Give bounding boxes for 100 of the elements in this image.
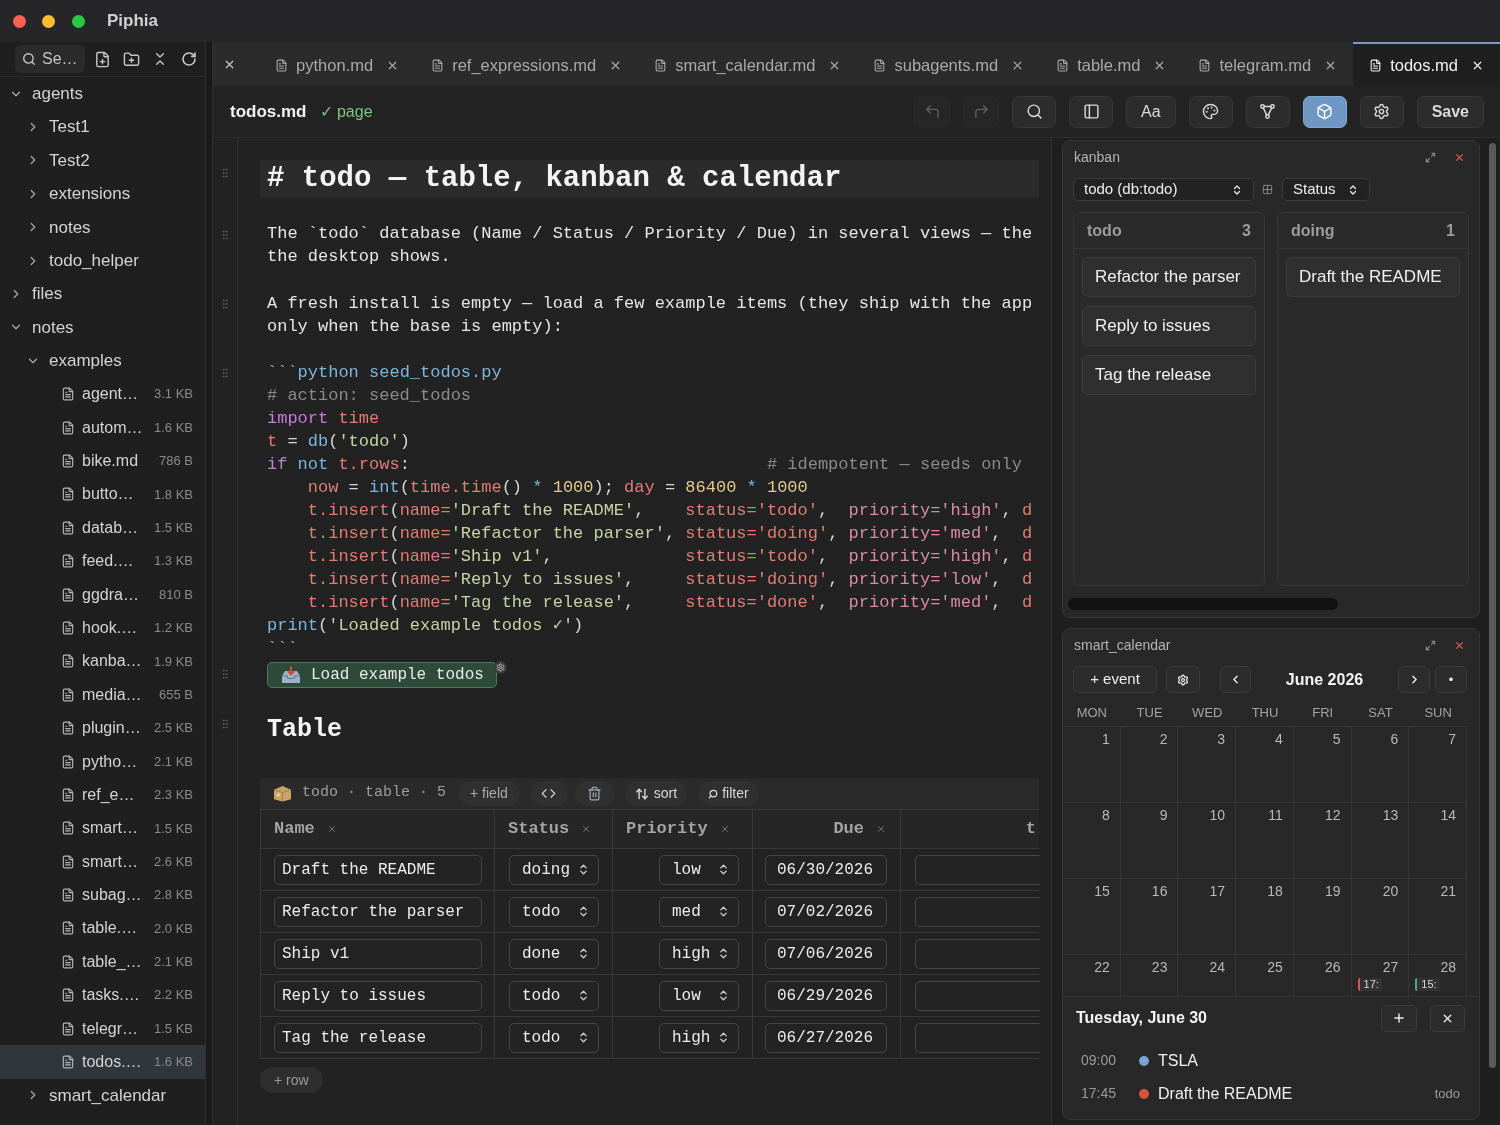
minimize-window-icon[interactable] [42, 14, 55, 28]
tree-folder[interactable]: notes [0, 310, 205, 345]
file-item[interactable]: datab… 1.5 KB [0, 511, 205, 545]
new-file-icon[interactable] [94, 50, 111, 68]
calendar-event[interactable]: 17: [1357, 978, 1382, 991]
file-item[interactable]: table.… 2.0 KB [0, 911, 205, 946]
date-field[interactable]: 06/29/2026 [765, 980, 887, 1011]
select-field[interactable]: high [659, 1022, 739, 1053]
date-field[interactable]: 07/06/2026 [765, 938, 887, 969]
kanban-card[interactable]: Refactor the parser [1082, 257, 1256, 297]
tab[interactable]: subagents.md [857, 42, 1041, 86]
calendar-day[interactable]: 27 17: [1351, 955, 1410, 996]
kanban-card[interactable]: Tag the release [1082, 355, 1256, 395]
delete-button[interactable] [574, 781, 615, 806]
maximize-window-icon[interactable] [72, 14, 85, 28]
refresh-icon[interactable] [181, 51, 197, 67]
file-item[interactable]: plugin… 2.5 KB [0, 711, 205, 745]
code-button[interactable] [529, 781, 568, 806]
file-item[interactable]: butto… 1.8 KB [0, 477, 205, 512]
calendar-day[interactable]: 14 [1409, 803, 1467, 878]
calendar-day[interactable]: 5 [1293, 727, 1352, 802]
tree-folder[interactable]: Test2 [0, 143, 205, 178]
today-button[interactable]: • [1435, 666, 1467, 693]
select-field[interactable]: low [659, 980, 739, 1011]
calendar-day[interactable]: 11 [1236, 803, 1294, 878]
tree-folder[interactable]: agents [0, 77, 205, 111]
calendar-day[interactable]: 16 [1120, 879, 1179, 954]
select-field[interactable]: done [509, 938, 599, 969]
calendar-day[interactable]: 20 [1351, 879, 1410, 954]
calendar-day[interactable]: 26 [1293, 955, 1352, 996]
file-item[interactable]: tasks.… 2.2 KB [0, 978, 205, 1012]
input-field[interactable] [915, 938, 1040, 969]
search-button[interactable] [1012, 95, 1057, 128]
calendar-day[interactable]: 9 [1120, 803, 1179, 878]
calendar-day[interactable]: 25 [1236, 955, 1294, 996]
text-field[interactable]: Refactor the parser [274, 896, 482, 927]
drag-handle-icon[interactable] [219, 667, 231, 681]
tab[interactable]: python.md [259, 42, 416, 86]
calendar-day[interactable]: 3 [1178, 727, 1237, 802]
tree-folder[interactable]: smart_calendar [0, 1078, 205, 1113]
calendar-day[interactable]: 7 [1409, 727, 1467, 802]
file-item[interactable]: telegr… 1.5 KB [0, 1011, 205, 1046]
calendar-day[interactable]: 18 [1236, 879, 1294, 954]
calendar-day[interactable]: 22 [1063, 955, 1121, 996]
add-button[interactable] [1381, 1004, 1417, 1032]
date-field[interactable]: 07/02/2026 [765, 896, 887, 927]
input-field[interactable] [915, 980, 1040, 1011]
select-field[interactable]: todo [509, 980, 599, 1011]
tab[interactable]: table.md [1040, 42, 1183, 86]
calendar-day[interactable]: 28 15: [1409, 955, 1467, 996]
scrollbar[interactable] [1489, 143, 1496, 1068]
select-field[interactable]: high [659, 938, 739, 969]
file-item[interactable]: agent… 3.1 KB [0, 377, 205, 411]
file-item[interactable]: todos.… 1.6 KB [0, 1045, 205, 1079]
tree-folder[interactable]: examples [0, 344, 205, 378]
search-field[interactable]: Se… [15, 45, 85, 73]
tree-folder[interactable]: todo_helper [0, 243, 205, 278]
sidebar-button[interactable] [1069, 95, 1114, 128]
file-item[interactable]: hook.… 1.2 KB [0, 611, 205, 645]
file-item[interactable]: smart… 1.5 KB [0, 811, 205, 845]
file-item[interactable]: kanba… 1.9 KB [0, 644, 205, 679]
tab[interactable]: telegram.md [1182, 42, 1354, 86]
expand-icon[interactable] [1425, 151, 1436, 163]
tree-folder[interactable]: notes [0, 210, 205, 244]
file-item[interactable]: subag… 2.8 KB [0, 878, 205, 912]
calendar-day[interactable]: 12 [1293, 803, 1352, 878]
drag-handle-icon[interactable] [219, 297, 231, 311]
select-field[interactable]: todo [509, 1022, 599, 1053]
text-field[interactable]: Draft the README [274, 854, 482, 885]
text-field[interactable]: Tag the release [274, 1022, 482, 1053]
file-item[interactable]: smart… 2.6 KB [0, 845, 205, 879]
file-item[interactable]: pytho… 2.1 KB [0, 744, 205, 779]
date-field[interactable]: 06/30/2026 [765, 854, 887, 885]
input-field[interactable] [915, 896, 1040, 927]
calendar-day[interactable]: 4 [1236, 727, 1294, 802]
file-item[interactable]: feed.… 1.3 KB [0, 544, 205, 578]
cube-button[interactable] [1302, 95, 1347, 128]
file-item[interactable]: ref_e… 2.3 KB [0, 778, 205, 812]
tree-folder[interactable]: Test1 [0, 110, 205, 144]
file-item[interactable]: table_… 2.1 KB [0, 945, 205, 979]
calendar-day[interactable]: 15 [1063, 879, 1121, 954]
add-field-button[interactable]: + field [458, 781, 520, 806]
input-field[interactable] [915, 854, 1040, 885]
calendar-day[interactable]: 8 [1063, 803, 1121, 878]
close-window-icon[interactable] [13, 14, 26, 28]
calendar-day[interactable]: 23 [1120, 955, 1179, 996]
load-example-button[interactable]: Load example todos [267, 662, 497, 688]
calendar-day[interactable]: 1 [1063, 727, 1121, 802]
calendar-day[interactable]: 10 [1178, 803, 1237, 878]
node-graph-button[interactable] [1245, 95, 1290, 128]
expand-icon[interactable] [1425, 639, 1436, 651]
calendar-day[interactable]: 17 [1178, 879, 1237, 954]
file-item[interactable]: ggdra… 810 B [0, 577, 205, 612]
calendar-event[interactable]: 15: [1415, 978, 1440, 991]
calendar-day[interactable]: 24 [1178, 955, 1237, 996]
source-dropdown[interactable]: todo (db:todo) [1073, 178, 1254, 201]
date-field[interactable]: 06/27/2026 [765, 1022, 887, 1053]
file-item[interactable]: media… 655 B [0, 678, 205, 712]
settings-button[interactable] [1166, 666, 1200, 693]
select-field[interactable]: low [659, 854, 739, 885]
